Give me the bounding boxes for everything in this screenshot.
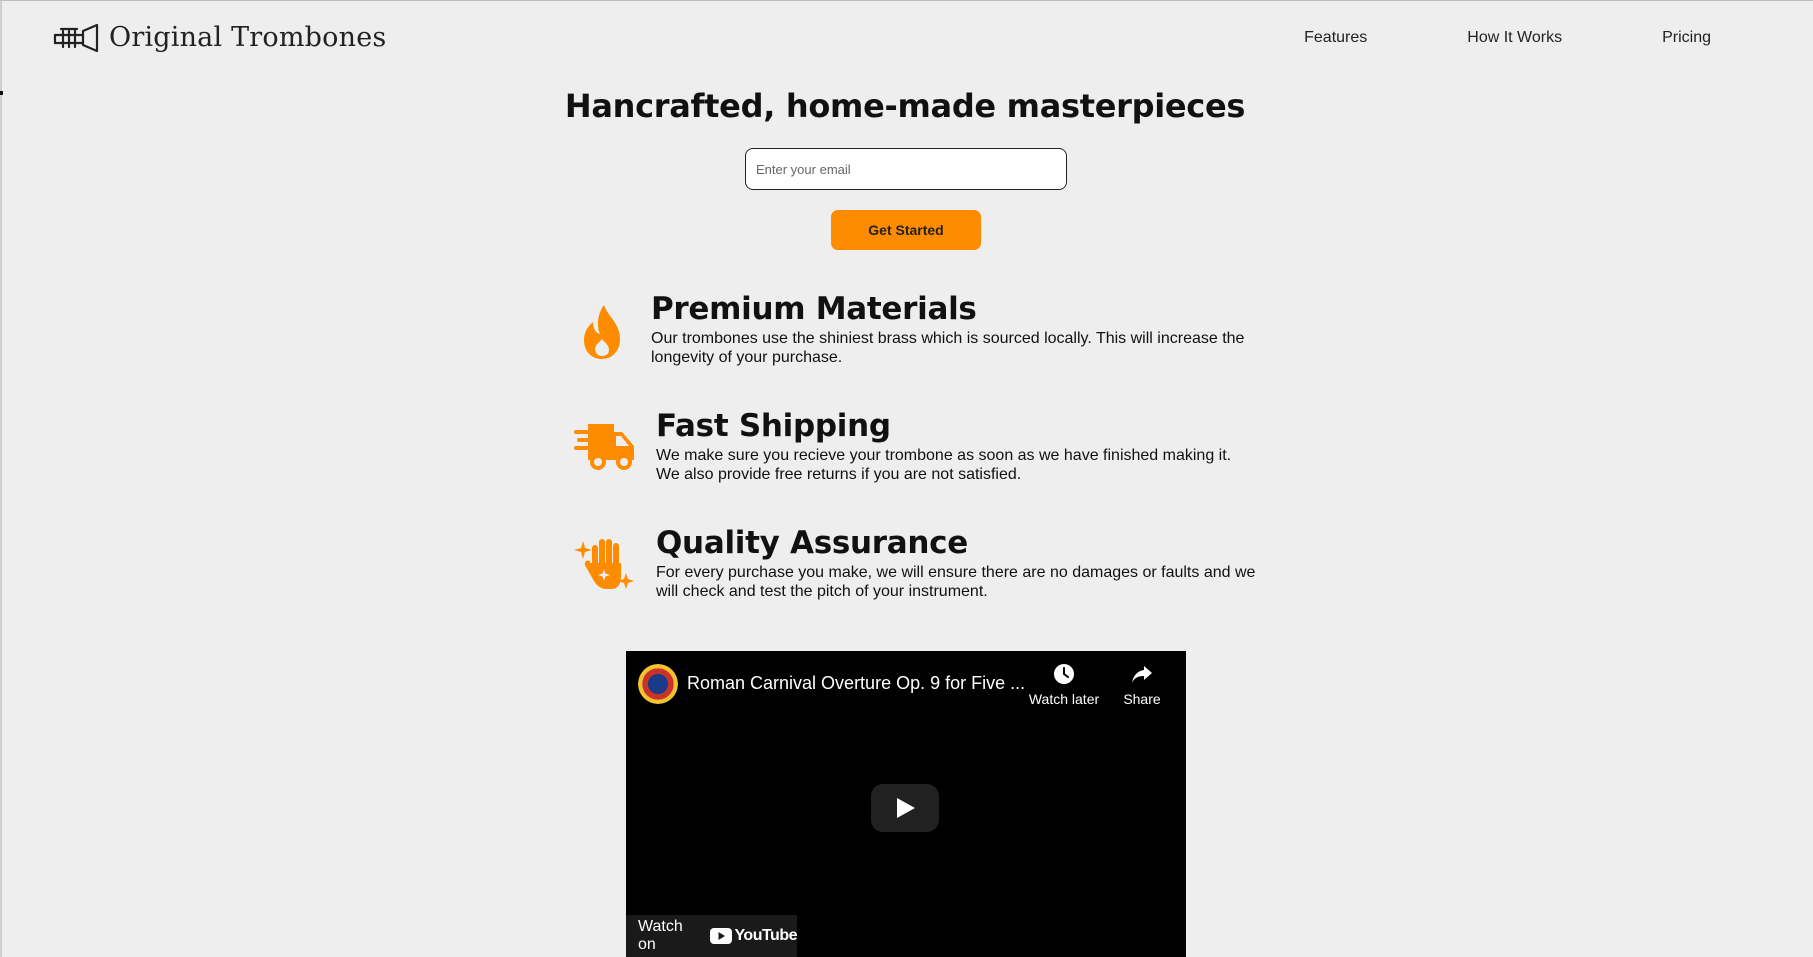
main-nav: Features How It Works Pricing	[1304, 29, 1711, 47]
trombone-logo-icon	[53, 23, 99, 53]
window-left-edge	[0, 1, 2, 957]
fire-icon	[584, 305, 620, 359]
watch-later-label: Watch later	[1028, 691, 1100, 707]
youtube-logo: YouTube	[710, 927, 797, 945]
watch-later-button[interactable]: Watch later	[1026, 663, 1102, 707]
brand-name: Original Trombones	[109, 22, 387, 53]
nav-link-pricing[interactable]: Pricing	[1662, 29, 1711, 47]
watch-on-youtube-button[interactable]: Watch on YouTube	[626, 915, 797, 957]
watch-on-label: Watch on	[638, 918, 683, 953]
truck-icon	[574, 424, 634, 470]
feature-fast-shipping: Fast Shipping We make sure you recieve y…	[574, 408, 1274, 488]
nav-link-features[interactable]: Features	[1304, 29, 1367, 47]
get-started-button[interactable]: Get Started	[831, 210, 981, 250]
feature-description: We make sure you recieve your trombone a…	[656, 447, 1232, 483]
sparkle-hand-icon	[574, 539, 634, 589]
nav-link-how-it-works[interactable]: How It Works	[1467, 29, 1562, 47]
play-icon	[897, 798, 915, 818]
feature-quality-assurance: Quality Assurance For every purchase you…	[574, 525, 1274, 605]
feature-title: Premium Materials	[651, 291, 977, 327]
email-input[interactable]	[745, 148, 1067, 190]
youtube-play-icon	[710, 928, 733, 944]
clock-icon	[1054, 664, 1074, 684]
hero-title: Hancrafted, home-made masterpieces	[564, 87, 1246, 125]
brand-logo[interactable]: Original Trombones	[53, 21, 386, 55]
play-button[interactable]	[871, 784, 939, 832]
youtube-wordmark: YouTube	[734, 927, 797, 944]
youtube-video-embed[interactable]: Roman Carnival Overture Op. 9 for Five .…	[626, 651, 1186, 957]
feature-title: Fast Shipping	[656, 408, 891, 444]
feature-title: Quality Assurance	[656, 525, 968, 561]
share-button[interactable]: Share	[1116, 663, 1168, 707]
share-arrow-icon	[1132, 666, 1152, 683]
feature-premium-materials: Premium Materials Our trombones use the …	[574, 291, 1274, 371]
feature-description: Our trombones use the shiniest brass whi…	[651, 330, 1245, 366]
video-title[interactable]: Roman Carnival Overture Op. 9 for Five .…	[687, 673, 1025, 694]
share-label: Share	[1123, 691, 1161, 707]
channel-avatar[interactable]	[638, 664, 678, 704]
site-header: Original Trombones Features How It Works…	[0, 1, 1813, 73]
feature-description: For every purchase you make, we will ens…	[656, 564, 1256, 600]
